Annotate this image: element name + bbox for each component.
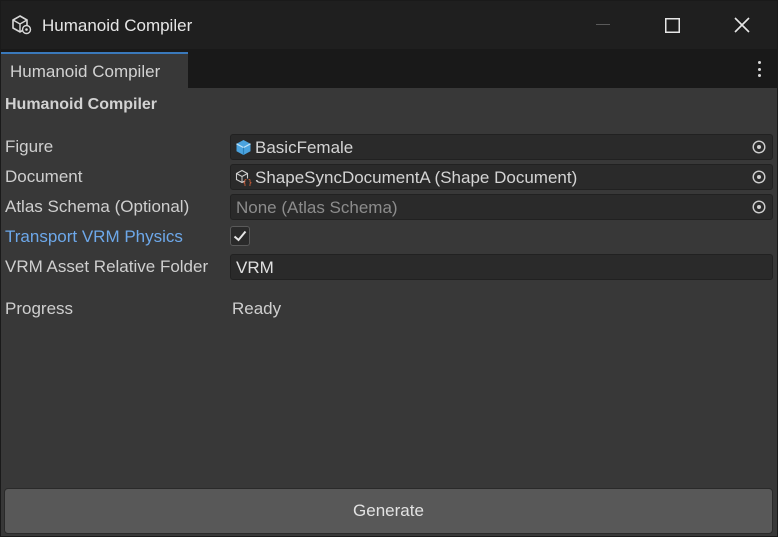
target-icon — [752, 170, 766, 184]
tab-label: Humanoid Compiler — [10, 62, 161, 81]
atlas-schema-value: None (Atlas Schema) — [236, 198, 398, 217]
document-value: ShapeSyncDocumentA (Shape Document) — [255, 168, 578, 187]
more-vertical-icon[interactable] — [753, 59, 765, 79]
tab-bar: Humanoid Compiler — [1, 49, 777, 88]
transport-vrm-physics-checkbox[interactable] — [230, 226, 250, 246]
object-picker-button[interactable] — [746, 135, 772, 159]
vrm-folder-input[interactable]: VRM — [230, 254, 773, 280]
figure-field[interactable]: BasicFemale — [230, 134, 773, 160]
vrm-folder-label: VRM Asset Relative Folder — [5, 257, 209, 276]
prefab-icon — [235, 139, 252, 156]
object-picker-button[interactable] — [746, 195, 772, 219]
unity-app-icon — [12, 15, 32, 35]
document-label: Document — [5, 167, 83, 186]
figure-value: BasicFemale — [255, 138, 354, 157]
svg-text:{}: {} — [242, 178, 252, 186]
section-title: Humanoid Compiler — [5, 96, 158, 113]
target-icon — [752, 140, 766, 154]
target-icon — [752, 200, 766, 214]
maximize-button[interactable] — [638, 1, 706, 49]
atlas-schema-label: Atlas Schema (Optional) — [5, 197, 190, 216]
window-title: Humanoid Compiler — [42, 16, 193, 35]
close-icon — [734, 17, 750, 33]
humanoid-compiler-window: Humanoid Compiler Humanoid Compiler Huma… — [0, 0, 778, 537]
document-field[interactable]: {} ShapeSyncDocumentA (Shape Document) — [230, 164, 773, 190]
atlas-schema-field[interactable]: None (Atlas Schema) — [230, 194, 773, 220]
generate-button[interactable]: Generate — [4, 488, 773, 534]
minimize-icon — [596, 24, 610, 25]
transport-vrm-physics-label: Transport VRM Physics — [5, 227, 183, 246]
object-picker-button[interactable] — [746, 165, 772, 189]
vrm-folder-value: VRM — [236, 258, 274, 277]
progress-status: Ready — [232, 299, 282, 318]
progress-label: Progress — [5, 299, 74, 318]
figure-label: Figure — [5, 137, 54, 156]
maximize-icon — [664, 17, 680, 33]
checkmark-icon — [233, 230, 247, 242]
script-object-icon: {} — [235, 169, 253, 187]
minimize-button[interactable] — [569, 1, 637, 49]
tab-humanoid-compiler[interactable]: Humanoid Compiler — [1, 52, 188, 88]
close-button[interactable] — [708, 1, 776, 49]
title-bar[interactable]: Humanoid Compiler — [1, 1, 777, 49]
